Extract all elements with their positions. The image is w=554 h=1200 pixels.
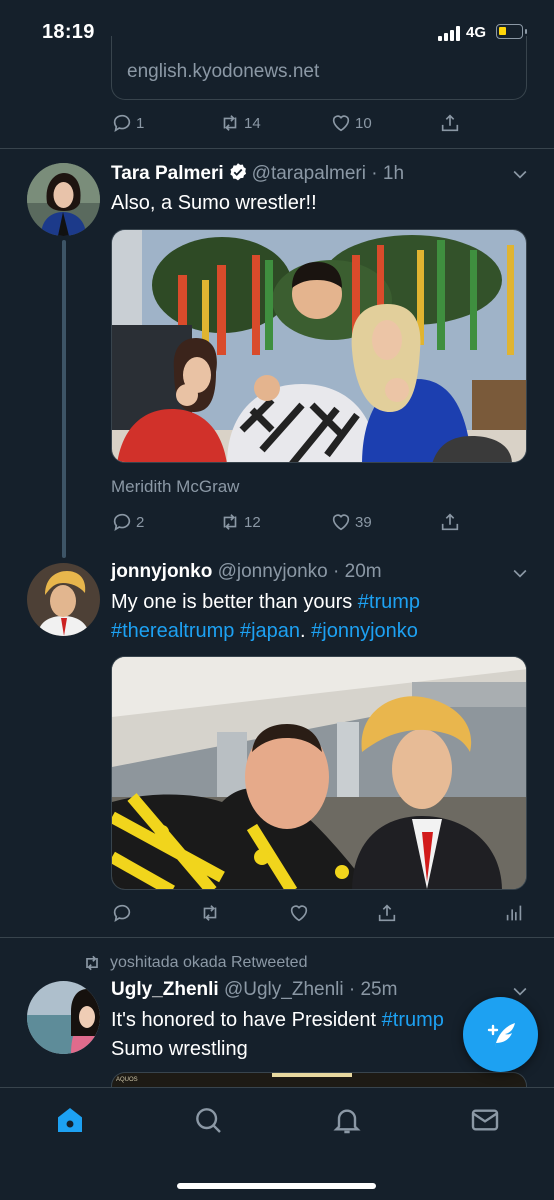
tweet-actions: 1 14 10 — [111, 112, 527, 136]
tweet-actions — [111, 902, 527, 926]
author-handle[interactable]: @Ugly_Zhenli — [224, 979, 344, 1000]
author-name[interactable]: Tara Palmeri — [111, 163, 224, 184]
reply-icon — [113, 904, 131, 923]
link-domain: english.kyodonews.net — [127, 61, 320, 82]
like-icon — [290, 905, 308, 922]
like-button[interactable]: 39 — [330, 511, 372, 533]
search-icon[interactable] — [192, 1104, 224, 1136]
reply-icon — [113, 114, 131, 133]
messages-icon[interactable] — [469, 1104, 501, 1136]
home-icon[interactable] — [54, 1104, 86, 1136]
tweet-actions: 2 12 39 — [111, 511, 527, 535]
tweet-time: 20m — [344, 561, 382, 582]
retweeted-by-label[interactable]: yoshitada okada Retweeted — [110, 954, 307, 972]
analytics-button[interactable] — [503, 902, 525, 924]
tweet-text: Also, a Sumo wrestler!! — [111, 192, 317, 214]
author-handle[interactable]: @jonnyjonko — [218, 561, 328, 582]
author-handle[interactable]: @tarapalmeri — [252, 163, 366, 184]
retweet-button[interactable]: 12 — [219, 511, 261, 533]
tweet-header: Tara Palmeri @tarapalmeri · 1h — [111, 163, 405, 184]
share-icon — [441, 114, 459, 132]
hashtag-link[interactable]: #jonnyjonko — [311, 620, 418, 642]
like-icon — [332, 115, 350, 132]
avatar[interactable] — [27, 163, 100, 236]
status-time: 18:19 — [42, 21, 95, 43]
verified-icon — [229, 163, 246, 181]
tweet-photo[interactable] — [111, 656, 527, 890]
like-count: 39 — [355, 513, 372, 531]
divider — [0, 148, 554, 149]
author-name[interactable]: Ugly_Zhenli — [111, 979, 219, 1000]
tweet-header: jonnyjonko @jonnyjonko · 20m — [111, 561, 382, 582]
hashtag-link[interactable]: #trump — [382, 1009, 444, 1031]
reply-button[interactable]: 2 — [111, 511, 144, 533]
retweet-icon — [86, 955, 98, 971]
chevron-down-icon[interactable] — [510, 563, 530, 583]
tweet-text-plain: It's honored to have President — [111, 1009, 382, 1031]
reply-button[interactable]: 1 — [111, 112, 144, 134]
retweet-icon — [223, 115, 237, 131]
analytics-icon — [506, 905, 522, 921]
divider — [0, 937, 554, 938]
author-name[interactable]: jonnyjonko — [111, 561, 212, 582]
link-card[interactable]: english.kyodonews.net — [111, 36, 527, 100]
thread-line — [62, 240, 66, 558]
retweet-count: 14 — [244, 114, 261, 132]
like-button[interactable]: 10 — [330, 112, 372, 134]
compose-icon — [487, 1023, 515, 1047]
retweet-button[interactable]: 14 — [219, 112, 261, 134]
tweet-photo[interactable]: AQUOS — [111, 1072, 527, 1088]
avatar[interactable] — [27, 563, 100, 636]
share-button[interactable] — [376, 902, 398, 924]
reply-count: 2 — [136, 513, 145, 531]
compose-button[interactable] — [463, 997, 538, 1072]
tweet-text-plain: My one is better than yours — [111, 591, 358, 613]
retweeted-by: yoshitada okada Retweeted — [82, 953, 307, 973]
retweet-button[interactable] — [199, 902, 221, 924]
tweet-text: It's honored to have President #trump — [111, 1006, 463, 1035]
tweet-time: 25m — [360, 979, 398, 1000]
photo-credit: Meridith McGraw — [111, 477, 240, 496]
like-count: 10 — [355, 114, 372, 132]
reply-count: 1 — [136, 114, 145, 132]
share-icon — [378, 904, 396, 922]
chevron-down-icon[interactable] — [510, 164, 530, 184]
tweet-time: 1h — [382, 163, 405, 184]
tweet-photo[interactable] — [111, 229, 527, 463]
tweet-header: Ugly_Zhenli @Ugly_Zhenli · 25m — [111, 979, 398, 1000]
retweet-count: 12 — [244, 513, 261, 531]
avatar[interactable] — [27, 981, 100, 1054]
hashtag-link[interactable]: #therealtrump — [111, 620, 234, 642]
reply-icon — [113, 513, 131, 532]
like-button[interactable] — [288, 902, 310, 924]
share-button[interactable] — [439, 511, 461, 533]
tweet-text: My one is better than yours #trump #there… — [111, 588, 531, 646]
tweet-text-sep: . — [300, 620, 312, 642]
share-icon — [441, 513, 459, 531]
reply-button[interactable] — [111, 902, 133, 924]
like-icon — [332, 514, 350, 531]
retweet-icon — [223, 514, 237, 530]
retweet-icon — [203, 905, 217, 921]
hashtag-link[interactable]: #trump — [358, 591, 420, 613]
hashtag-link[interactable]: #japan — [240, 620, 300, 642]
notifications-icon[interactable] — [331, 1104, 363, 1136]
media-label: AQUOS — [116, 1077, 138, 1083]
share-button[interactable] — [439, 112, 461, 134]
home-indicator — [177, 1183, 376, 1189]
